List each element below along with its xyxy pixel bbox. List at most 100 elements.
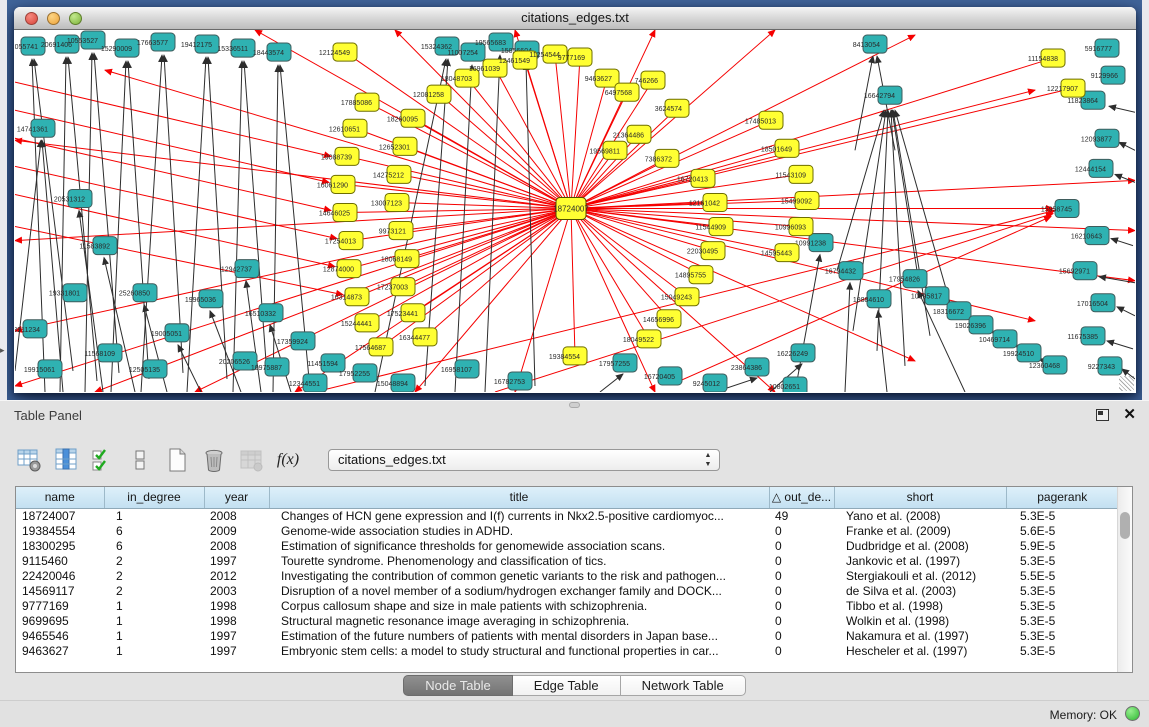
table-cell[interactable]: 19384554 <box>16 523 104 538</box>
table-cell[interactable]: 0 <box>769 598 834 613</box>
table-scrollbar-thumb[interactable] <box>1120 512 1130 539</box>
table-row[interactable]: 946554611997Estimation of the future num… <box>16 628 1118 643</box>
table-cell[interactable]: 5.3E-5 <box>1006 583 1118 598</box>
row-toggle-button[interactable] <box>127 447 153 473</box>
column-header-name[interactable]: name <box>16 487 104 508</box>
table-row[interactable]: 1830029562008Estimation of significance … <box>16 538 1118 553</box>
table-cell[interactable]: 2003 <box>204 583 269 598</box>
table-cell[interactable]: Franke et al. (2009) <box>834 523 1006 538</box>
table-cell[interactable]: 5.9E-5 <box>1006 538 1118 553</box>
table-cell[interactable]: Tourette syndrome. Phenomenology and cla… <box>269 553 769 568</box>
table-cell[interactable]: 9777169 <box>16 598 104 613</box>
table-cell[interactable]: Tibbo et al. (1998) <box>834 598 1006 613</box>
table-cell[interactable]: 0 <box>769 628 834 643</box>
table-cell[interactable]: 2008 <box>204 508 269 523</box>
table-cell[interactable]: 9115460 <box>16 553 104 568</box>
table-cell[interactable]: 1 <box>104 598 204 613</box>
table-cell[interactable]: 5.5E-5 <box>1006 568 1118 583</box>
table-cell[interactable]: 6 <box>104 523 204 538</box>
column-header-out-de-[interactable]: △ out_de... <box>769 487 834 508</box>
table-row[interactable]: 946362711997Embryonic stem cells: a mode… <box>16 643 1118 658</box>
table-row[interactable]: 911546021997Tourette syndrome. Phenomeno… <box>16 553 1118 568</box>
function-builder-button[interactable]: f(x) <box>275 447 301 473</box>
table-row[interactable]: 1872400712008Changes of HCN gene express… <box>16 508 1118 523</box>
table-cell[interactable]: Investigating the contribution of common… <box>269 568 769 583</box>
tab-node-table[interactable]: Node Table <box>403 675 513 696</box>
table-cell[interactable]: 6 <box>104 538 204 553</box>
delete-column-button[interactable] <box>201 447 227 473</box>
table-cell[interactable]: 1 <box>104 643 204 658</box>
table-cell[interactable]: 1998 <box>204 598 269 613</box>
network-window-titlebar[interactable]: citations_edges.txt <box>14 7 1136 30</box>
table-cell[interactable]: 0 <box>769 523 834 538</box>
table-cell[interactable]: Nakamura et al. (1997) <box>834 628 1006 643</box>
table-row[interactable]: 1456911722003Disruption of a novel membe… <box>16 583 1118 598</box>
table-cell[interactable]: 5.3E-5 <box>1006 553 1118 568</box>
table-cell[interactable]: 49 <box>769 508 834 523</box>
column-header-title[interactable]: title <box>269 487 769 508</box>
table-cell[interactable]: 1997 <box>204 643 269 658</box>
column-header-short[interactable]: short <box>834 487 1006 508</box>
tab-network-table[interactable]: Network Table <box>621 675 746 696</box>
table-cell[interactable]: 18724007 <box>16 508 104 523</box>
tab-edge-table[interactable]: Edge Table <box>513 675 621 696</box>
network-graph[interactable]: 1405574120691406105535271529000917663577… <box>15 30 1135 392</box>
table-cell[interactable]: 1 <box>104 508 204 523</box>
table-row[interactable]: 977716911998Corpus callosum shape and si… <box>16 598 1118 613</box>
table-cell[interactable]: 2 <box>104 583 204 598</box>
table-cell[interactable]: Changes of HCN gene expression and I(f) … <box>269 508 769 523</box>
table-scrollbar[interactable] <box>1117 487 1132 672</box>
table-cell[interactable]: Dudbridge et al. (2008) <box>834 538 1006 553</box>
table-cell[interactable]: Genome-wide association studies in ADHD. <box>269 523 769 538</box>
table-cell[interactable]: 5.6E-5 <box>1006 523 1118 538</box>
table-cell[interactable]: 0 <box>769 613 834 628</box>
table-cell[interactable]: Structural magnetic resonance image aver… <box>269 613 769 628</box>
table-cell[interactable]: Wolkin et al. (1998) <box>834 613 1006 628</box>
table-cell[interactable]: 5.3E-5 <box>1006 598 1118 613</box>
table-cell[interactable]: 2 <box>104 553 204 568</box>
table-cell[interactable]: 5.3E-5 <box>1006 613 1118 628</box>
table-cell[interactable]: 1 <box>104 628 204 643</box>
split-pane-handle-icon[interactable] <box>569 402 580 408</box>
resize-grip-icon[interactable] <box>1119 376 1134 391</box>
network-canvas[interactable]: 1405574120691406105535271529000917663577… <box>15 30 1135 392</box>
column-header-pagerank[interactable]: pagerank <box>1006 487 1118 508</box>
table-cell[interactable]: 9699695 <box>16 613 104 628</box>
column-select-button[interactable] <box>90 447 116 473</box>
network-table-select[interactable]: citations_edges.txt ▲▼ <box>328 449 720 471</box>
table-cell[interactable]: Hescheler et al. (1997) <box>834 643 1006 658</box>
table-cell[interactable]: Yano et al. (2008) <box>834 508 1006 523</box>
table-cell[interactable]: Embryonic stem cells: a model to study s… <box>269 643 769 658</box>
column-visibility-button[interactable] <box>53 447 79 473</box>
table-cell[interactable]: 5.3E-5 <box>1006 643 1118 658</box>
table-cell[interactable]: 1998 <box>204 613 269 628</box>
table-cell[interactable]: 2 <box>104 568 204 583</box>
table-cell[interactable]: 5.3E-5 <box>1006 508 1118 523</box>
table-cell[interactable]: Disruption of a novel member of a sodium… <box>269 583 769 598</box>
table-cell[interactable]: 14569117 <box>16 583 104 598</box>
table-cell[interactable]: 2008 <box>204 538 269 553</box>
delete-table-button[interactable] <box>238 447 264 473</box>
table-cell[interactable]: Stergiakouli et al. (2012) <box>834 568 1006 583</box>
table-row[interactable]: 1938455462009Genome-wide association stu… <box>16 523 1118 538</box>
table-cell[interactable]: Estimation of significance thresholds fo… <box>269 538 769 553</box>
create-column-button[interactable] <box>164 447 190 473</box>
table-cell[interactable]: Corpus callosum shape and size in male p… <box>269 598 769 613</box>
table-cell[interactable]: 2012 <box>204 568 269 583</box>
minimize-traffic-light-icon[interactable] <box>47 12 60 25</box>
close-panel-icon[interactable]: ✕ <box>1123 406 1136 424</box>
table-cell[interactable]: 0 <box>769 553 834 568</box>
column-header-year[interactable]: year <box>204 487 269 508</box>
float-panel-icon[interactable] <box>1096 409 1109 421</box>
table-cell[interactable]: Estimation of the future numbers of pati… <box>269 628 769 643</box>
table-cell[interactable]: 9463627 <box>16 643 104 658</box>
table-row[interactable]: 2242004622012Investigating the contribut… <box>16 568 1118 583</box>
table-mode-button[interactable] <box>16 447 42 473</box>
column-header-in-degree[interactable]: in_degree <box>104 487 204 508</box>
zoom-traffic-light-icon[interactable] <box>69 12 82 25</box>
table-cell[interactable]: 2009 <box>204 523 269 538</box>
table-cell[interactable]: 0 <box>769 538 834 553</box>
table-cell[interactable]: de Silva et al. (2003) <box>834 583 1006 598</box>
table-cell[interactable]: 1 <box>104 613 204 628</box>
table-cell[interactable]: 5.3E-5 <box>1006 628 1118 643</box>
